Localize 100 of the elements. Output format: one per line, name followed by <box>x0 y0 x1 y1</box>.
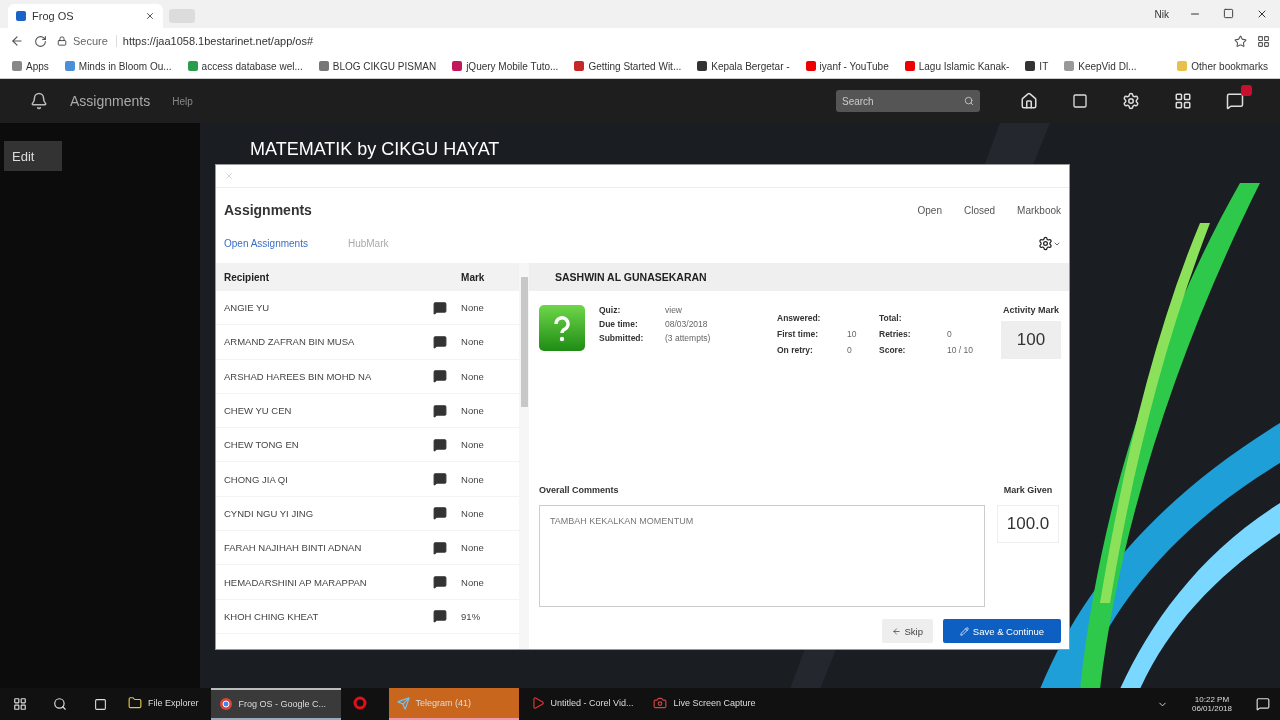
mark-cell-text: None <box>460 439 485 451</box>
detail-value: view <box>665 305 683 315</box>
recipient-name[interactable]: FARAH NAJIHAH BINTI ADNAN <box>224 542 434 554</box>
browser-icon <box>218 697 233 711</box>
activity-mark-label: Activity Mark <box>1003 305 1059 315</box>
recipient-name[interactable]: CHONG JIA QI <box>224 473 434 485</box>
close-icon[interactable] <box>1256 8 1268 20</box>
maximize-icon[interactable] <box>1223 8 1234 19</box>
scrollbar[interactable] <box>519 263 529 649</box>
comments-label: Overall Comments <box>539 485 620 495</box>
notification-icon[interactable] <box>1256 697 1270 711</box>
comment-icon[interactable] <box>433 369 448 384</box>
comment-icon[interactable] <box>433 506 448 521</box>
mark-cell-text: None <box>460 507 485 519</box>
stat-label: First time: <box>777 329 820 339</box>
camera-icon <box>653 696 668 710</box>
recipient-name[interactable]: HEMADARSHINI AP MARAPPAN <box>224 576 434 588</box>
comments-field[interactable]: TAMBAH KEKALKAN MOMENTUM <box>539 505 985 607</box>
taskbar-app[interactable]: Untitled - Corel Vid... <box>522 688 642 720</box>
stat-label: On retry: <box>777 345 814 355</box>
detail-value: (3 attempts) <box>665 333 712 343</box>
reload-icon[interactable] <box>34 34 47 48</box>
tab-title: Frog OS <box>32 10 74 22</box>
filter-link[interactable]: Closed <box>963 204 996 216</box>
taskbar-app[interactable]: File Explorer <box>120 688 207 720</box>
comment-icon[interactable] <box>433 300 448 315</box>
grid-icon[interactable] <box>1174 92 1192 110</box>
extension-icon[interactable] <box>1257 34 1270 48</box>
quiz-icon <box>539 305 585 351</box>
recipient-name[interactable]: ARSHAD HAREES BIN MOHD NA <box>224 370 434 382</box>
settings-dropdown[interactable] <box>1038 236 1061 251</box>
page-title: MATEMATIK by CIKGU HAYAT <box>250 139 500 159</box>
stat-label: Score: <box>879 345 907 355</box>
comment-icon[interactable] <box>433 437 448 452</box>
bookmark[interactable]: Lagu Islamic Kanak- <box>904 60 1010 72</box>
notification-badge <box>1241 85 1252 96</box>
play-icon <box>530 696 545 710</box>
star-icon[interactable] <box>1234 34 1247 48</box>
comment-icon[interactable] <box>433 334 448 349</box>
activity-mark: 100 <box>1001 321 1061 359</box>
filter-link[interactable]: Markbook <box>1017 204 1061 216</box>
comment-icon[interactable] <box>433 540 448 555</box>
filter-link[interactable]: Open <box>917 204 942 216</box>
save-button[interactable]: Save & Continue <box>943 619 1061 643</box>
bookmark[interactable]: Apps <box>12 60 49 72</box>
lock-icon <box>57 36 67 46</box>
column-header: Mark <box>460 271 486 283</box>
taskbar-app[interactable]: Live Screen Capture <box>645 688 764 720</box>
search-icon[interactable] <box>53 697 67 711</box>
detail-value: 08/03/2018 <box>665 319 709 329</box>
bookmark[interactable]: BLOG CIKGU PISMAN <box>318 60 437 72</box>
help-link[interactable]: Help <box>172 95 193 107</box>
home-icon[interactable] <box>1020 92 1038 110</box>
taskbar-app[interactable]: Frog OS - Google C... <box>210 688 341 720</box>
skip-button[interactable]: Skip <box>881 619 933 643</box>
app-title[interactable]: Assignments <box>70 93 151 109</box>
settings-icon[interactable] <box>1122 92 1140 110</box>
bookmark[interactable]: IT <box>1025 60 1049 72</box>
bookmark[interactable]: jQuery Mobile Tuto... <box>452 60 559 72</box>
dialog-title: Assignments <box>224 202 312 218</box>
detail-label: Submitted: <box>599 333 645 343</box>
user-name[interactable]: Nik <box>1154 8 1169 20</box>
task-view-icon[interactable] <box>93 697 107 711</box>
clock[interactable]: 10:22 PM 06/01/2018 <box>1191 695 1232 713</box>
square-icon[interactable] <box>1072 93 1088 109</box>
browser-tab[interactable]: Frog OS <box>8 4 163 28</box>
close-icon[interactable] <box>145 11 155 21</box>
recipient-name[interactable]: ANGIE YU <box>224 302 434 314</box>
bookmark[interactable]: access database wel... <box>187 60 303 72</box>
recipient-name[interactable]: KHOH CHING KHEAT <box>224 610 434 622</box>
edit-button[interactable]: Edit <box>4 141 62 171</box>
dialog-tab[interactable]: Open Assignments <box>224 238 308 249</box>
bookmark[interactable]: iyanf - YouTube <box>805 60 889 72</box>
stat-label: Total: <box>879 313 903 323</box>
chat-icon[interactable] <box>1226 92 1244 110</box>
comment-icon[interactable] <box>433 609 448 624</box>
ring-icon <box>352 696 367 710</box>
recipient-name[interactable]: ARMAND ZAFRAN BIN MUSA <box>224 336 434 348</box>
folder-icon <box>128 696 142 710</box>
bookmark[interactable]: Getting Started Wit... <box>574 60 682 72</box>
student-name: SASHWIN AL GUNASEKARAN <box>555 271 707 283</box>
stat-value: 0 <box>947 329 953 339</box>
comment-icon[interactable] <box>433 403 448 418</box>
start-icon[interactable] <box>13 697 27 711</box>
recipient-name[interactable]: CHEW TONG EN <box>224 439 434 451</box>
mark-given-field[interactable]: 100.0 <box>997 505 1059 543</box>
recipient-name[interactable]: CHEW YU CEN <box>224 405 434 417</box>
bookmark[interactable]: Kepala Bergetar - <box>697 60 790 72</box>
bookmark[interactable]: Minds in Bloom Ou... <box>64 60 172 72</box>
bookmark[interactable]: Other bookmarks <box>1177 60 1268 72</box>
detail-label: Quiz: <box>599 305 622 315</box>
back-icon[interactable] <box>10 34 24 48</box>
recipient-name[interactable]: CYNDI NGU YI JING <box>224 507 434 519</box>
search-icon <box>964 96 974 106</box>
comment-icon[interactable] <box>433 575 448 589</box>
gear-icon <box>1038 236 1053 251</box>
bookmark[interactable]: KeepVid Dl... <box>1064 60 1137 72</box>
comment-icon[interactable] <box>433 472 448 487</box>
detail-label: Due time: <box>599 319 639 329</box>
search-field[interactable]: Search <box>836 90 980 112</box>
